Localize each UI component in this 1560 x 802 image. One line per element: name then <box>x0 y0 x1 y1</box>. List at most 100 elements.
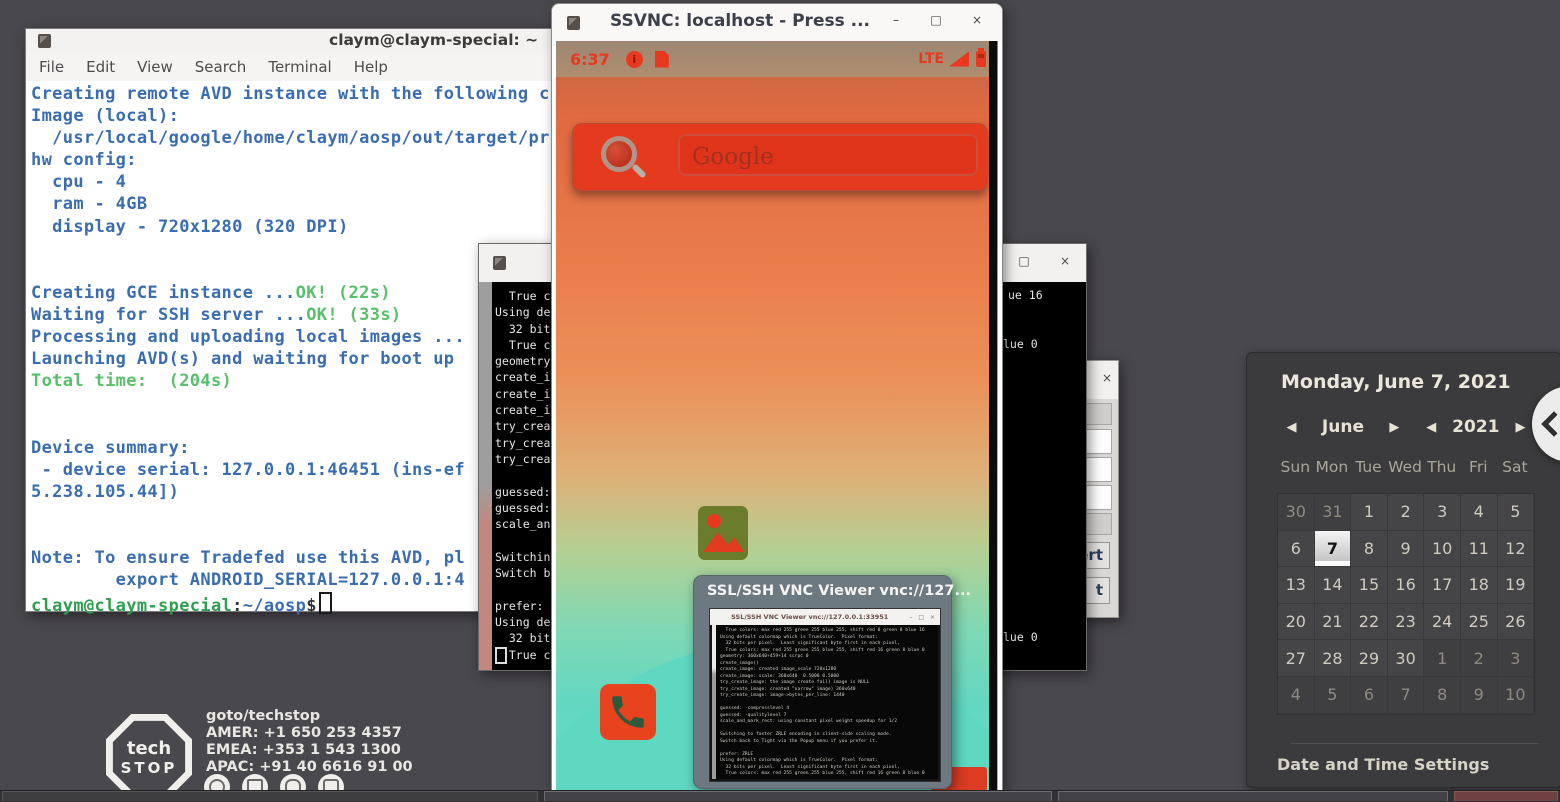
network-type: LTE <box>918 51 944 67</box>
calendar-day[interactable]: 6 <box>1351 677 1388 714</box>
preview-mini-window: SSL/SSH VNC Viewer vnc://127.0.0.1:33951… <box>709 608 941 782</box>
calendar-day[interactable]: 25 <box>1461 604 1498 641</box>
calendar-day[interactable]: 12 <box>1498 531 1535 568</box>
dow-label: Sun <box>1277 455 1314 479</box>
ssvnc-window-title: SSVNC: localhost - Press ... <box>610 11 870 31</box>
calendar-day[interactable]: 3 <box>1424 494 1461 531</box>
dow-label: Tue <box>1350 455 1387 479</box>
calendar-day[interactable]: 15 <box>1351 567 1388 604</box>
taskbar-segment[interactable] <box>1454 791 1558 801</box>
terminal-line: display - 720x1280 (320 DPI) <box>31 217 559 239</box>
calendar-day[interactable]: 30 <box>1388 640 1425 677</box>
calendar-day-today[interactable]: 7 <box>1315 531 1352 568</box>
close-icon[interactable]: × <box>968 13 986 27</box>
calendar-day[interactable]: 4 <box>1461 494 1498 531</box>
terminal-line: cpu - 4 <box>31 172 559 194</box>
calendar-day[interactable]: 16 <box>1388 567 1425 604</box>
text-cursor <box>319 592 332 614</box>
calendar-day[interactable]: 28 <box>1315 640 1352 677</box>
calendar-day[interactable]: 6 <box>1278 531 1315 568</box>
menu-search[interactable]: Search <box>195 58 247 76</box>
calendar-day[interactable]: 11 <box>1461 531 1498 568</box>
calendar-day[interactable]: 21 <box>1315 604 1352 641</box>
terminal-line: Creating remote AVD instance with the fo… <box>31 84 559 106</box>
calendar-day[interactable]: 10 <box>1498 677 1535 714</box>
calendar-day[interactable]: 24 <box>1424 604 1461 641</box>
calendar-day[interactable]: 14 <box>1315 567 1352 604</box>
calendar-day[interactable]: 19 <box>1498 567 1535 604</box>
calendar-day[interactable]: 4 <box>1278 677 1315 714</box>
close-icon[interactable]: × <box>1098 371 1116 385</box>
prev-year-icon[interactable]: ◀ <box>1417 420 1446 435</box>
calendar-day[interactable]: 27 <box>1278 640 1315 677</box>
preview-scrollbar <box>712 625 716 779</box>
minimize-icon[interactable]: – <box>887 13 905 27</box>
next-month-icon[interactable]: ▶ <box>1380 420 1409 435</box>
calendar-day[interactable]: 17 <box>1424 567 1461 604</box>
calendar-day[interactable]: 7 <box>1388 677 1425 714</box>
calendar-day[interactable]: 5 <box>1315 677 1352 714</box>
google-search-widget[interactable]: Google <box>572 123 988 191</box>
taskbar-segment[interactable] <box>2 791 538 801</box>
prev-month-icon[interactable]: ◀ <box>1277 420 1306 435</box>
taskbar-segment[interactable] <box>1058 791 1448 801</box>
calendar-dow-row: Sun Mon Tue Wed Thu Fri Sat <box>1277 455 1533 479</box>
vnc-viewer-preview[interactable]: SSL/SSH VNC Viewer vnc://127... SSL/SSH … <box>693 575 952 789</box>
preview-mini-title: SSL/SSH VNC Viewer vnc://127.0.0.1:33951 <box>710 613 909 621</box>
calendar-day[interactable]: 18 <box>1461 567 1498 604</box>
next-year-icon[interactable]: ▶ <box>1506 420 1535 435</box>
xterm-window-icon <box>493 256 506 270</box>
gallery-app-icon[interactable] <box>698 506 748 560</box>
calendar-day[interactable]: 13 <box>1278 567 1315 604</box>
ssvnc-titlebar[interactable]: SSVNC: localhost - Press ... – □ × <box>552 4 1002 41</box>
calendar-day[interactable]: 9 <box>1388 531 1425 568</box>
calendar-day[interactable]: 8 <box>1351 531 1388 568</box>
dow-label: Thu <box>1423 455 1460 479</box>
maximize-icon[interactable]: □ <box>927 13 945 27</box>
calendar-day[interactable]: 29 <box>1351 640 1388 677</box>
dow-label: Fri <box>1460 455 1497 479</box>
maximize-icon[interactable]: □ <box>1015 254 1033 268</box>
calendar-day[interactable]: 5 <box>1498 494 1535 531</box>
terminal-line: Image (local): <box>31 106 559 128</box>
vnc-scrollbar[interactable] <box>989 41 997 794</box>
preview-mini-titlebar: SSL/SSH VNC Viewer vnc://127.0.0.1:33951… <box>710 609 940 625</box>
taskbar-segment[interactable] <box>544 791 1052 801</box>
terminal-line: hw config: <box>31 150 559 172</box>
calendar-day[interactable]: 2 <box>1388 494 1425 531</box>
date-time-settings-link[interactable]: Date and Time Settings <box>1277 755 1489 774</box>
preview-terminal-text: True colors: max red 255 green 255 blue … <box>720 628 925 778</box>
calendar-day[interactable]: 1 <box>1424 640 1461 677</box>
calendar-day[interactable]: 8 <box>1424 677 1461 714</box>
phone-app-icon[interactable] <box>600 684 656 740</box>
terminal-titlebar[interactable]: claym@claym-special: ~ <box>26 29 559 53</box>
calendar-day[interactable]: 1 <box>1351 494 1388 531</box>
xterm-scrollbar[interactable] <box>479 282 492 670</box>
month-label: June <box>1306 417 1380 437</box>
calendar-widget: Monday, June 7, 2021 ◀ June ▶ ◀ 2021 ▶ S… <box>1246 352 1560 788</box>
calendar-day[interactable]: 26 <box>1498 604 1535 641</box>
calendar-day[interactable]: 23 <box>1388 604 1425 641</box>
calendar-day[interactable]: 3 <box>1498 640 1535 677</box>
clock: 6:37 <box>570 50 610 69</box>
menu-terminal[interactable]: Terminal <box>268 58 331 76</box>
dow-label: Mon <box>1314 455 1351 479</box>
menu-help[interactable]: Help <box>354 58 388 76</box>
techstop-url: goto/techstop <box>206 708 413 725</box>
calendar-day[interactable]: 30 <box>1278 494 1315 531</box>
calendar-day[interactable]: 22 <box>1351 604 1388 641</box>
menu-file[interactable]: File <box>39 58 64 76</box>
calendar-grid: 30 31 1 2 3 4 5 6 7 8 9 10 11 12 13 14 1… <box>1277 493 1535 715</box>
calendar-day[interactable]: 9 <box>1461 677 1498 714</box>
menu-view[interactable]: View <box>137 58 173 76</box>
calendar-day[interactable]: 31 <box>1315 494 1352 531</box>
calendar-divider <box>1291 743 1539 744</box>
signal-icon <box>949 52 969 67</box>
calendar-day[interactable]: 2 <box>1461 640 1498 677</box>
calendar-day[interactable]: 10 <box>1424 531 1461 568</box>
search-input[interactable]: Google <box>678 134 978 176</box>
menu-edit[interactable]: Edit <box>86 58 115 76</box>
close-icon[interactable]: × <box>1056 254 1074 268</box>
calendar-day[interactable]: 20 <box>1278 604 1315 641</box>
calendar-header: Monday, June 7, 2021 <box>1281 371 1511 393</box>
